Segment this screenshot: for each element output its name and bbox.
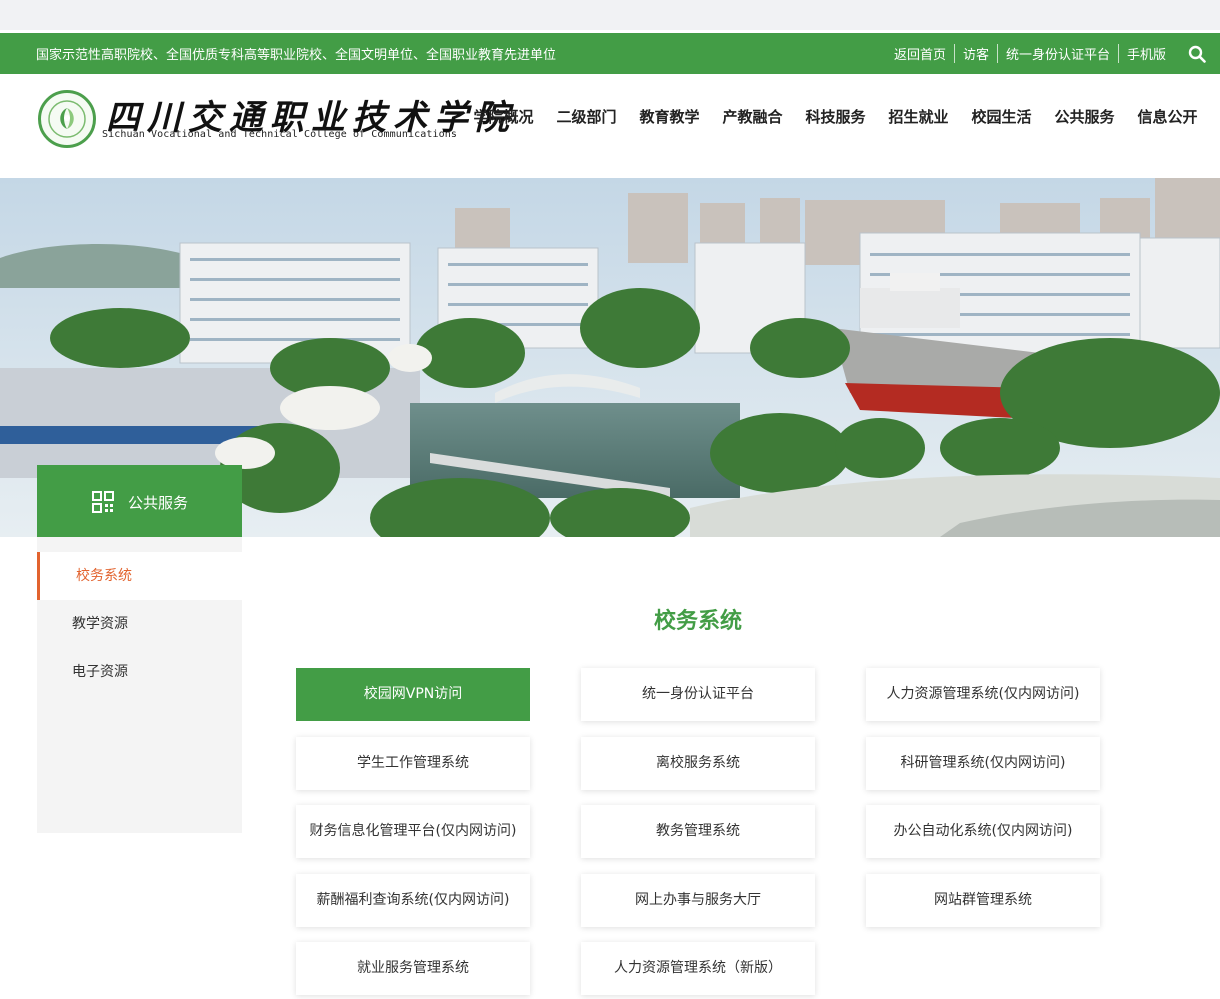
college-logo[interactable]: 四川交通职业技术学院 Sichuan Vocational and Techni… bbox=[38, 90, 509, 150]
academic-affairs-card[interactable]: 教务管理系统 bbox=[581, 805, 815, 858]
home-link[interactable]: 返回首页 bbox=[886, 44, 954, 63]
browser-top-strip bbox=[0, 0, 1220, 30]
sidebar-title: 公共服务 bbox=[128, 494, 189, 512]
search-icon[interactable] bbox=[1188, 45, 1206, 63]
nav-item-industry[interactable]: 产教融合 bbox=[711, 106, 794, 127]
unified-auth-card[interactable]: 统一身份认证平台 bbox=[581, 668, 815, 721]
online-service-hall-card[interactable]: 网上办事与服务大厅 bbox=[581, 874, 815, 927]
grid-icon bbox=[92, 491, 114, 513]
office-automation-card[interactable]: 办公自动化系统(仅内网访问) bbox=[866, 805, 1100, 858]
nav-item-admissions[interactable]: 招生就业 bbox=[877, 106, 960, 127]
nav-item-departments[interactable]: 二级部门 bbox=[545, 106, 628, 127]
graduation-service-card[interactable]: 离校服务系统 bbox=[581, 737, 815, 790]
employment-service-card[interactable]: 就业服务管理系统 bbox=[296, 942, 530, 995]
finance-platform-card[interactable]: 财务信息化管理平台(仅内网访问) bbox=[296, 805, 530, 858]
sidebar-header: 公共服务 bbox=[37, 465, 242, 537]
research-management-card[interactable]: 科研管理系统(仅内网访问) bbox=[866, 737, 1100, 790]
college-name-en: Sichuan Vocational and Technical College… bbox=[102, 129, 457, 140]
college-emblem-icon bbox=[38, 90, 96, 148]
nav-item-about[interactable]: 学院概况 bbox=[462, 106, 545, 127]
website-cluster-card[interactable]: 网站群管理系统 bbox=[866, 874, 1100, 927]
nav-item-education[interactable]: 教育教学 bbox=[628, 106, 711, 127]
college-honors-text: 国家示范性高职院校、全国优质专科高等职业院校、全国文明单位、全国职业教育先进单位 bbox=[36, 48, 557, 63]
student-affairs-card[interactable]: 学生工作管理系统 bbox=[296, 737, 530, 790]
page-title: 校务系统 bbox=[653, 609, 742, 634]
salary-query-card[interactable]: 薪酬福利查询系统(仅内网访问) bbox=[296, 874, 530, 927]
sidebar-menu: 校务系统 教学资源 电子资源 bbox=[37, 537, 242, 833]
top-links: 返回首页 访客 统一身份认证平台 手机版 bbox=[886, 44, 1174, 63]
nav-item-disclosure[interactable]: 信息公开 bbox=[1126, 106, 1209, 127]
sidebar-item-electronic-resources[interactable]: 电子资源 bbox=[37, 648, 242, 696]
top-info-bar: 国家示范性高职院校、全国优质专科高等职业院校、全国文明单位、全国职业教育先进单位… bbox=[0, 33, 1220, 74]
sidebar-item-teaching-resources[interactable]: 教学资源 bbox=[37, 600, 242, 648]
nav-item-campus-life[interactable]: 校园生活 bbox=[960, 106, 1043, 127]
nav-item-technology[interactable]: 科技服务 bbox=[794, 106, 877, 127]
sidebar-item-campus-systems[interactable]: 校务系统 bbox=[37, 552, 242, 600]
visitor-link[interactable]: 访客 bbox=[953, 44, 997, 63]
hr-system-new-card[interactable]: 人力资源管理系统（新版） bbox=[581, 942, 815, 995]
nav-item-public-service[interactable]: 公共服务 bbox=[1043, 106, 1126, 127]
vpn-access-button[interactable]: 校园网VPN访问 bbox=[296, 668, 530, 721]
site-header: 四川交通职业技术学院 Sichuan Vocational and Techni… bbox=[0, 74, 1220, 178]
hr-system-card[interactable]: 人力资源管理系统(仅内网访问) bbox=[866, 668, 1100, 721]
main-nav: 学院概况 二级部门 教育教学 产教融合 科技服务 招生就业 校园生活 公共服务 … bbox=[462, 106, 1209, 127]
unified-auth-link[interactable]: 统一身份认证平台 bbox=[996, 44, 1118, 63]
mobile-version-link[interactable]: 手机版 bbox=[1117, 44, 1174, 63]
